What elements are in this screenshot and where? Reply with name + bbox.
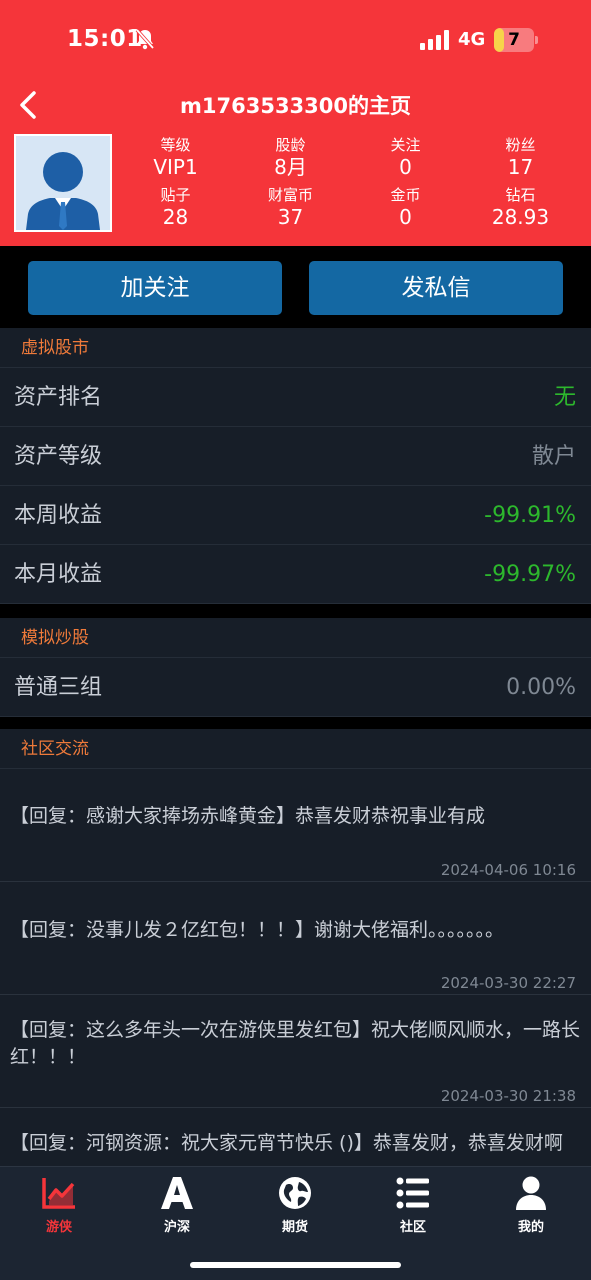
stat-label: 金币 bbox=[390, 186, 421, 204]
row-value: 散户 bbox=[531, 444, 576, 469]
chart-icon bbox=[42, 1178, 75, 1209]
tab-label: 沪深 bbox=[163, 1220, 190, 1235]
row-value: -99.91% bbox=[484, 503, 576, 528]
stat-label: 粉丝 bbox=[505, 136, 536, 154]
stat-value: 0 bbox=[399, 155, 412, 179]
stat-value: 37 bbox=[277, 205, 304, 229]
home-indicator bbox=[190, 1262, 401, 1268]
post-date: 2024-04-06 10:16 bbox=[440, 861, 576, 879]
stat-label: 股龄 bbox=[275, 136, 306, 154]
stat-posts[interactable]: 贴子 28 bbox=[118, 186, 233, 229]
stat-level: 等级 VIP1 bbox=[118, 136, 233, 179]
page-title: m1763533300的主页 bbox=[180, 94, 411, 118]
section-divider bbox=[0, 604, 591, 618]
section-divider bbox=[0, 717, 591, 729]
stat-value: 17 bbox=[507, 155, 534, 179]
battery-icon: 7 bbox=[494, 28, 538, 52]
simulation-row[interactable]: 普通三组 0.00% bbox=[0, 658, 591, 717]
cellular-signal-icon bbox=[420, 30, 449, 50]
stat-value: 28 bbox=[162, 205, 189, 229]
battery-level: 7 bbox=[508, 30, 520, 50]
status-time: 15:01 bbox=[67, 26, 143, 52]
virtual-market-row[interactable]: 资产等级 散户 bbox=[0, 427, 591, 486]
stat-followers[interactable]: 粉丝 17 bbox=[463, 136, 578, 179]
letter-a-icon bbox=[161, 1177, 193, 1209]
tab-futures[interactable]: 期货 bbox=[236, 1175, 354, 1235]
virtual-market-row[interactable]: 本月收益 -99.97% bbox=[0, 545, 591, 604]
tab-label: 游侠 bbox=[45, 1220, 72, 1235]
stat-gold-coins: 金币 0 bbox=[348, 186, 463, 229]
stat-label: 钻石 bbox=[505, 186, 536, 204]
stat-wealth-coins: 财富币 37 bbox=[233, 186, 348, 229]
row-label: 普通三组 bbox=[14, 675, 103, 700]
section-header-simulation: 模拟炒股 bbox=[0, 618, 591, 658]
status-bar: 15:01 4G 7 bbox=[0, 0, 591, 80]
follow-button[interactable]: 加关注 bbox=[28, 261, 282, 315]
community-post[interactable]: 【回复：感谢大家捧场赤峰黄金】恭喜发财恭祝事业有成 2024-04-06 10:… bbox=[0, 769, 591, 882]
list-icon bbox=[396, 1177, 429, 1209]
tab-label: 社区 bbox=[399, 1220, 426, 1235]
community-post[interactable]: 【回复：没事儿发２亿红包！！！】谢谢大佬福利。。。。。。。 2024-03-30… bbox=[0, 882, 591, 995]
row-value: 无 bbox=[553, 385, 576, 410]
virtual-market-row[interactable]: 资产排名 无 bbox=[0, 368, 591, 427]
tab-hushen[interactable]: 沪深 bbox=[118, 1175, 236, 1235]
row-value: -99.97% bbox=[484, 562, 576, 587]
section-header-community: 社区交流 bbox=[0, 729, 591, 769]
tab-youxia[interactable]: 游侠 bbox=[0, 1175, 118, 1235]
stat-stock-age: 股龄 8月 bbox=[233, 136, 348, 179]
tab-community[interactable]: 社区 bbox=[354, 1175, 472, 1235]
community-post[interactable]: 【回复：这么多年头一次在游侠里发红包】祝大佬顺风顺水，一路长红！！！ 2024-… bbox=[0, 995, 591, 1108]
person-icon bbox=[516, 1176, 546, 1210]
stat-label: 关注 bbox=[390, 136, 421, 154]
tab-mine[interactable]: 我的 bbox=[472, 1175, 590, 1235]
post-text: 【回复：河钢资源：祝大家元宵节快乐 ()】恭喜发财，恭喜发财啊 bbox=[10, 1132, 563, 1154]
stat-label: 等级 bbox=[160, 136, 191, 154]
avatar[interactable] bbox=[14, 134, 112, 232]
send-message-button[interactable]: 发私信 bbox=[309, 261, 563, 315]
action-bar: 加关注 发私信 bbox=[0, 246, 591, 328]
stat-value: 8月 bbox=[274, 155, 307, 179]
virtual-market-row[interactable]: 本周收益 -99.91% bbox=[0, 486, 591, 545]
post-date: 2024-03-30 21:38 bbox=[440, 1087, 576, 1105]
network-type: 4G bbox=[458, 29, 486, 50]
tab-label: 我的 bbox=[517, 1220, 544, 1235]
row-value: 0.00% bbox=[506, 675, 576, 700]
stat-label: 财富币 bbox=[267, 186, 313, 204]
stat-value: 0 bbox=[399, 205, 412, 229]
row-label: 资产排名 bbox=[14, 385, 103, 410]
post-text: 【回复：这么多年头一次在游侠里发红包】祝大佬顺风顺水，一路长红！！！ bbox=[10, 1019, 581, 1068]
stat-value: 28.93 bbox=[491, 205, 550, 229]
post-text: 【回复：没事儿发２亿红包！！！】谢谢大佬福利。。。。。。。 bbox=[10, 919, 505, 941]
stat-diamonds: 钻石 28.93 bbox=[463, 186, 578, 229]
stat-following[interactable]: 关注 0 bbox=[348, 136, 463, 179]
tab-label: 期货 bbox=[281, 1220, 308, 1235]
post-date: 2024-03-30 22:27 bbox=[440, 974, 576, 992]
default-avatar-icon bbox=[16, 136, 110, 230]
stat-value: VIP1 bbox=[153, 155, 198, 179]
post-text: 【回复：感谢大家捧场赤峰黄金】恭喜发财恭祝事业有成 bbox=[10, 805, 486, 827]
row-label: 本月收益 bbox=[14, 562, 103, 587]
row-label: 资产等级 bbox=[14, 444, 103, 469]
globe-icon bbox=[279, 1177, 311, 1209]
section-header-virtual-market: 虚拟股市 bbox=[0, 328, 591, 368]
bell-muted-icon bbox=[135, 28, 155, 50]
profile-header: 15:01 4G 7 m1763533300的主页 等级 VIP1 股龄 8月 … bbox=[0, 0, 591, 246]
stat-label: 贴子 bbox=[160, 186, 191, 204]
row-label: 本周收益 bbox=[14, 503, 103, 528]
